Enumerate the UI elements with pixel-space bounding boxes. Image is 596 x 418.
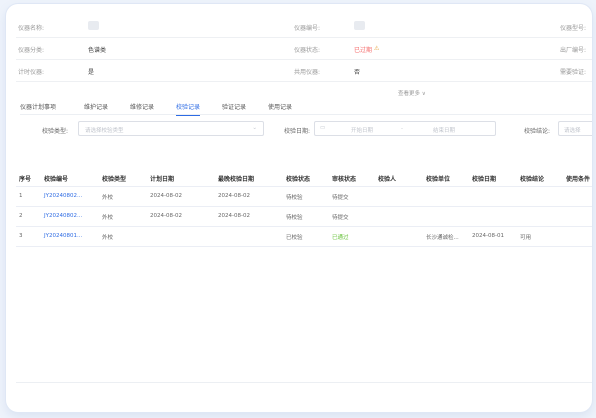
cell-code-link[interactable]: JY20240801... [44,233,82,239]
warning-icon: ⚠ [374,45,380,52]
calibration-result-label: 校验结论: [524,128,551,135]
shared-instrument-label: 共用仪器: [294,69,321,76]
divider [16,382,592,383]
instrument-category-value: 色谱类 [88,47,107,54]
show-more-toggle[interactable]: 查看更多 ∨ [398,89,426,97]
table-row[interactable]: 2 JY20240802... 外校 2024-08-02 2024-08-02… [16,207,592,227]
cell-review: 待提交 [332,195,349,201]
cell-review: 待提交 [332,215,349,221]
calibration-table: 序号 校验编号 校验类型 计划日期 最晚校验日期 校验状态 审核状态 校验人 校… [16,168,592,247]
tab-calibration[interactable]: 校验记录 [176,102,201,116]
col-header-usage-condition: 使用条件 [566,176,591,183]
cell-code-link[interactable]: JY20240802... [44,193,82,199]
cell-plan-date: 2024-08-02 [150,193,182,199]
table-row[interactable]: 1 JY20240802... 外校 2024-08-02 2024-08-02… [16,187,592,207]
cell-status: 已校验 [286,235,303,241]
factory-number-label: 出厂编号: [560,47,587,54]
shared-instrument-value: 否 [354,69,361,76]
instrument-status-label: 仪器状态: [294,47,321,54]
cell-code-link[interactable]: JY20240802... [44,213,82,219]
calendar-icon: ▭ [320,125,326,131]
calibration-type-placeholder: 请选择校验类型 [85,128,124,134]
col-header-type: 校验类型 [102,176,127,183]
instrument-code-value-redacted [354,21,365,30]
metering-instrument-label: 计时仪器: [18,69,45,76]
col-header-calibrator: 校验人 [378,176,397,183]
instrument-category-label: 仪器分类: [18,47,45,54]
cell-index: 3 [19,233,23,239]
filter-bar: 校验类型: 请选择校验类型 ⌄ 校验日期: ▭ 开始日期 - 结束日期 校验结论… [16,120,592,140]
cell-type: 外校 [102,235,114,241]
cell-unit: 长沙通诚检... [426,235,459,241]
cell-latest-date: 2024-08-02 [218,213,250,219]
cell-result: 可用 [520,235,532,241]
col-header-latest-date: 最晚校验日期 [218,176,255,183]
cell-index: 2 [19,213,23,219]
cell-type: 外校 [102,215,114,221]
calibration-result-select[interactable]: 请选择 [558,121,592,136]
cell-plan-date: 2024-08-02 [150,213,182,219]
dialog-frame: 仪器名称: 仪器编号: 仪器型号: 仪器分类: 色谱类 仪器状态: 已过期 ⚠ … [6,4,592,412]
tab-repair[interactable]: 维修记录 [130,102,154,111]
calibration-result-placeholder: 请选择 [564,128,581,134]
col-header-plan-date: 计划日期 [150,176,175,183]
instrument-info-panel: 仪器名称: 仪器编号: 仪器型号: 仪器分类: 色谱类 仪器状态: 已过期 ⚠ … [16,16,592,82]
tab-verification[interactable]: 验证记录 [222,102,246,111]
instrument-status-value: 已过期 [354,47,373,54]
cell-index: 1 [19,193,23,199]
instrument-model-label: 仪器型号: [560,25,587,32]
calibration-date-range[interactable]: ▭ 开始日期 - 结束日期 [314,121,496,136]
col-header-review: 审核状态 [332,176,357,183]
calibration-date-label: 校验日期: [284,128,311,135]
table-header-row: 序号 校验编号 校验类型 计划日期 最晚校验日期 校验状态 审核状态 校验人 校… [16,168,592,187]
cell-calibration-date: 2024-08-01 [472,233,504,239]
tab-usage[interactable]: 使用记录 [268,102,292,111]
chevron-down-icon: ⌄ [252,125,257,131]
col-header-index: 序号 [19,176,32,183]
table-row[interactable]: 3 JY20240801... 外校 已校验 已通过 长沙通诚检... 2024… [16,227,592,247]
col-header-code: 校验编号 [44,176,69,183]
instrument-name-label: 仪器名称: [18,25,45,32]
instrument-name-value-redacted [88,21,99,30]
col-header-result: 校验结论 [520,176,545,183]
needs-verification-label: 需要验证: [560,69,587,76]
cell-status: 待校验 [286,215,303,221]
calibration-type-select[interactable]: 请选择校验类型 ⌄ [78,121,264,136]
cell-status: 待校验 [286,195,303,201]
info-row-1: 仪器名称: 仪器编号: 仪器型号: [16,16,592,38]
cell-latest-date: 2024-08-02 [218,193,250,199]
metering-instrument-value: 是 [88,69,95,76]
cell-type: 外校 [102,195,114,201]
end-date-input[interactable]: 结束日期 [433,126,455,134]
calibration-type-label: 校验类型: [42,128,69,135]
date-separator: - [401,126,403,132]
info-row-3: 计时仪器: 是 共用仪器: 否 需要验证: [16,60,592,82]
cell-review-approved: 已通过 [332,235,349,241]
instrument-code-label: 仪器编号: [294,25,321,32]
col-header-status: 校验状态 [286,176,311,183]
tab-plan-items[interactable]: 仪器计划事项 [20,102,56,111]
col-header-calibration-date: 校验日期 [472,176,497,183]
record-tabs: 仪器计划事项 维护记录 维修记录 校验记录 验证记录 使用记录 [20,100,592,116]
col-header-unit: 校验单位 [426,176,451,183]
info-row-2: 仪器分类: 色谱类 仪器状态: 已过期 ⚠ 出厂编号: [16,38,592,60]
start-date-input[interactable]: 开始日期 [351,126,373,134]
tab-maintenance[interactable]: 维护记录 [84,102,108,111]
